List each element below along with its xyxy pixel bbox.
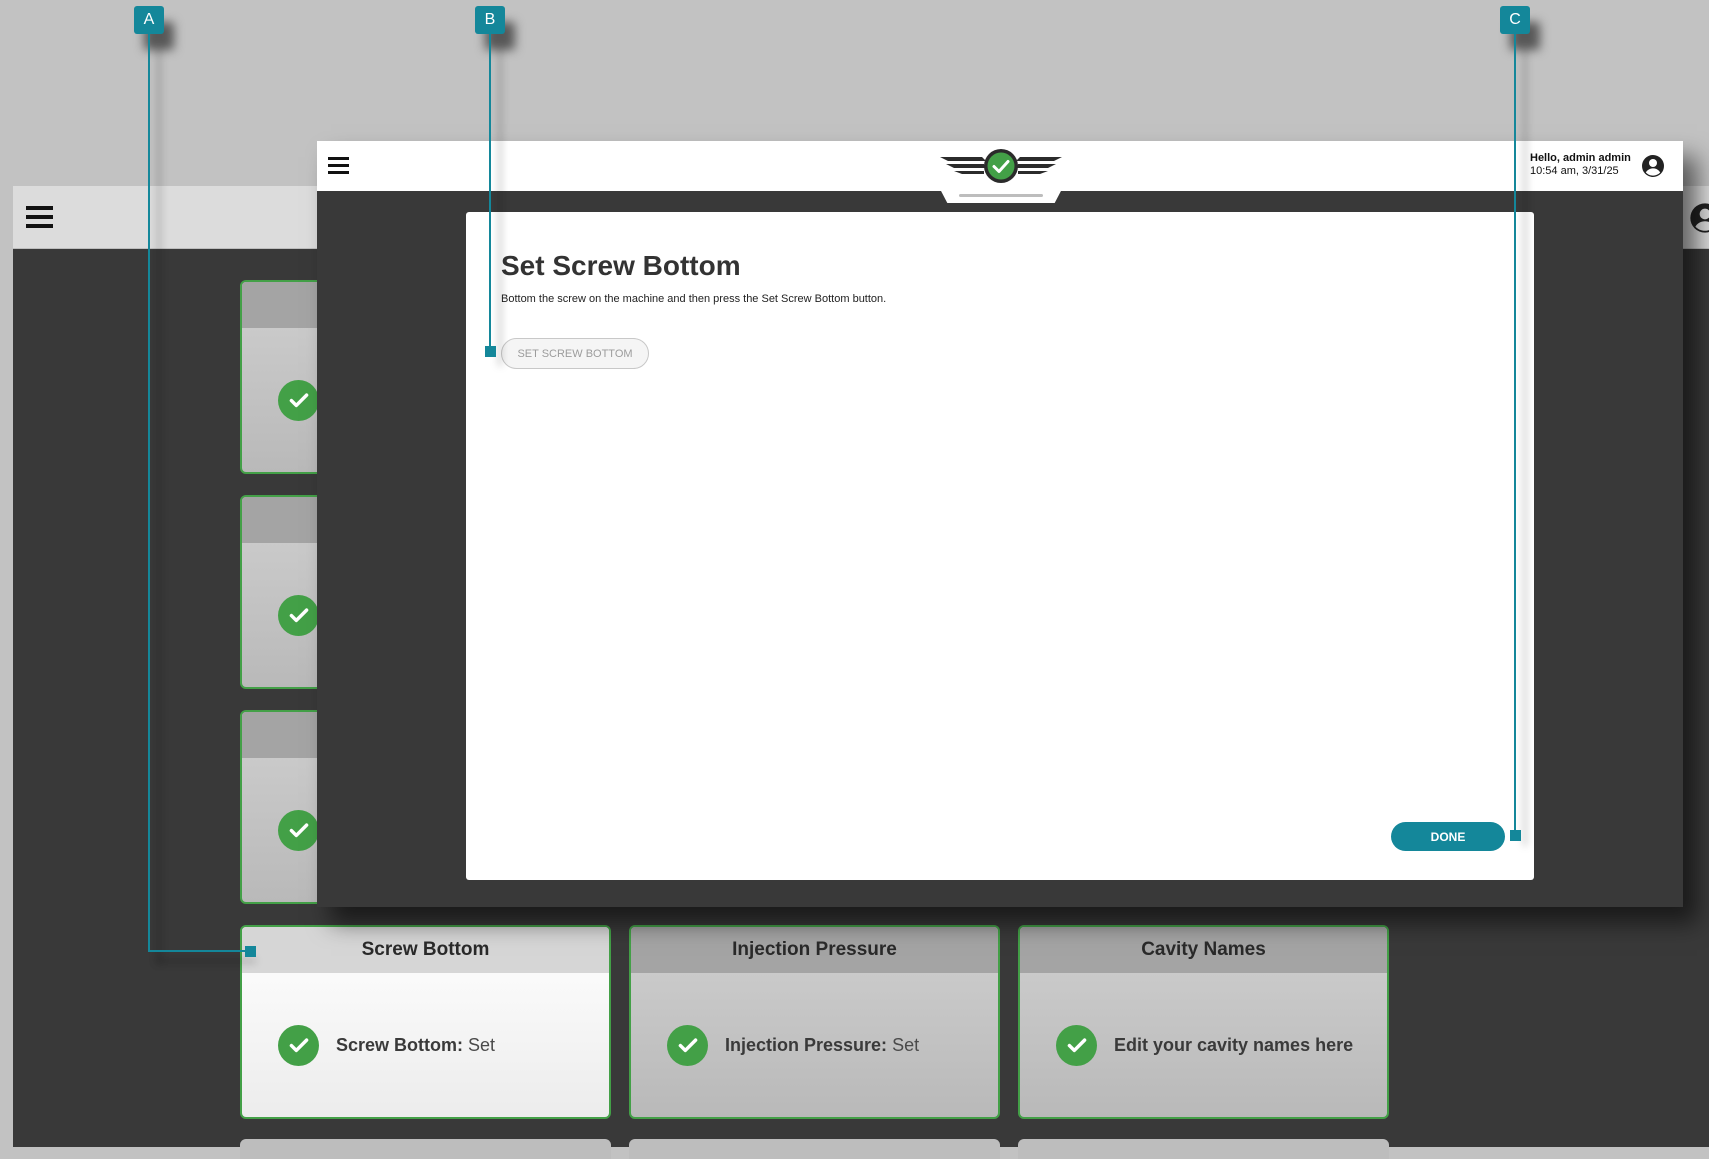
check-circle-icon — [1056, 1024, 1097, 1066]
callout-badge-c: C — [1500, 6, 1530, 34]
greeting-text: Hello, admin admin — [1530, 152, 1631, 164]
account-circle-icon[interactable] — [1641, 154, 1665, 178]
callout-leader-a — [148, 950, 248, 952]
hamburger-menu-icon[interactable] — [328, 156, 349, 175]
card-status-text: Injection Pressure: Set — [725, 1035, 919, 1056]
check-circle-icon — [278, 379, 319, 421]
timestamp: 10:54 am, 3/31/25 — [1530, 165, 1619, 177]
card-status-value: Set — [468, 1034, 496, 1055]
callout-pointer-a — [245, 946, 256, 957]
background-card-stub — [629, 1139, 1000, 1159]
background-card-stub — [240, 1139, 611, 1159]
dialog-description: Bottom the screw on the machine and then… — [501, 293, 887, 305]
card-status-label: Injection Pressure: — [725, 1034, 888, 1055]
set-screw-bottom-dialog: Set Screw Bottom Bottom the screw on the… — [466, 212, 1534, 880]
callout-leader-a — [148, 34, 150, 952]
done-button[interactable]: DONE — [1391, 822, 1505, 851]
set-screw-bottom-button[interactable]: SET SCREW BOTTOM — [501, 338, 649, 369]
callout-leader-b — [489, 34, 491, 354]
check-circle-icon — [667, 1024, 708, 1066]
hamburger-menu-icon[interactable] — [26, 203, 53, 231]
user-greeting: Hello, admin admin 10:54 am, 3/31/25 — [1530, 152, 1631, 178]
check-circle-icon — [278, 594, 319, 636]
dialog-title: Set Screw Bottom — [501, 250, 741, 281]
card-title: Injection Pressure — [631, 927, 998, 973]
card-status-text: Edit your cavity names here — [1114, 1035, 1353, 1056]
callout-leader-c — [1514, 34, 1516, 834]
card-status-label: Screw Bottom: — [336, 1034, 464, 1055]
front-header: Hello, admin admin 10:54 am, 3/31/25 — [317, 141, 1683, 191]
check-circle-icon — [278, 809, 319, 851]
card-title: Screw Bottom — [242, 927, 609, 973]
callout-badge-a: A — [134, 6, 164, 34]
screw-bottom-card[interactable]: Screw Bottom Screw Bottom: Set — [240, 925, 611, 1119]
winged-check-logo — [940, 149, 1062, 183]
card-title: Cavity Names — [1020, 927, 1387, 973]
logo-tab-divider — [959, 194, 1043, 197]
background-card-stub — [1018, 1139, 1389, 1159]
check-circle-icon — [278, 1024, 319, 1066]
card-status-text: Screw Bottom: Set — [336, 1035, 495, 1056]
account-circle-icon[interactable] — [1689, 202, 1709, 234]
card-status-value: Edit your cavity names here — [1114, 1034, 1354, 1055]
callout-pointer-b — [485, 346, 496, 357]
front-app-window: Hello, admin admin 10:54 am, 3/31/25 Set… — [317, 141, 1683, 907]
callout-pointer-c — [1510, 830, 1521, 841]
card-status-value: Set — [892, 1034, 920, 1055]
callout-badge-b: B — [475, 6, 505, 34]
cavity-names-card[interactable]: Cavity Names Edit your cavity names here — [1018, 925, 1389, 1119]
injection-pressure-card[interactable]: Injection Pressure Injection Pressure: S… — [629, 925, 1000, 1119]
